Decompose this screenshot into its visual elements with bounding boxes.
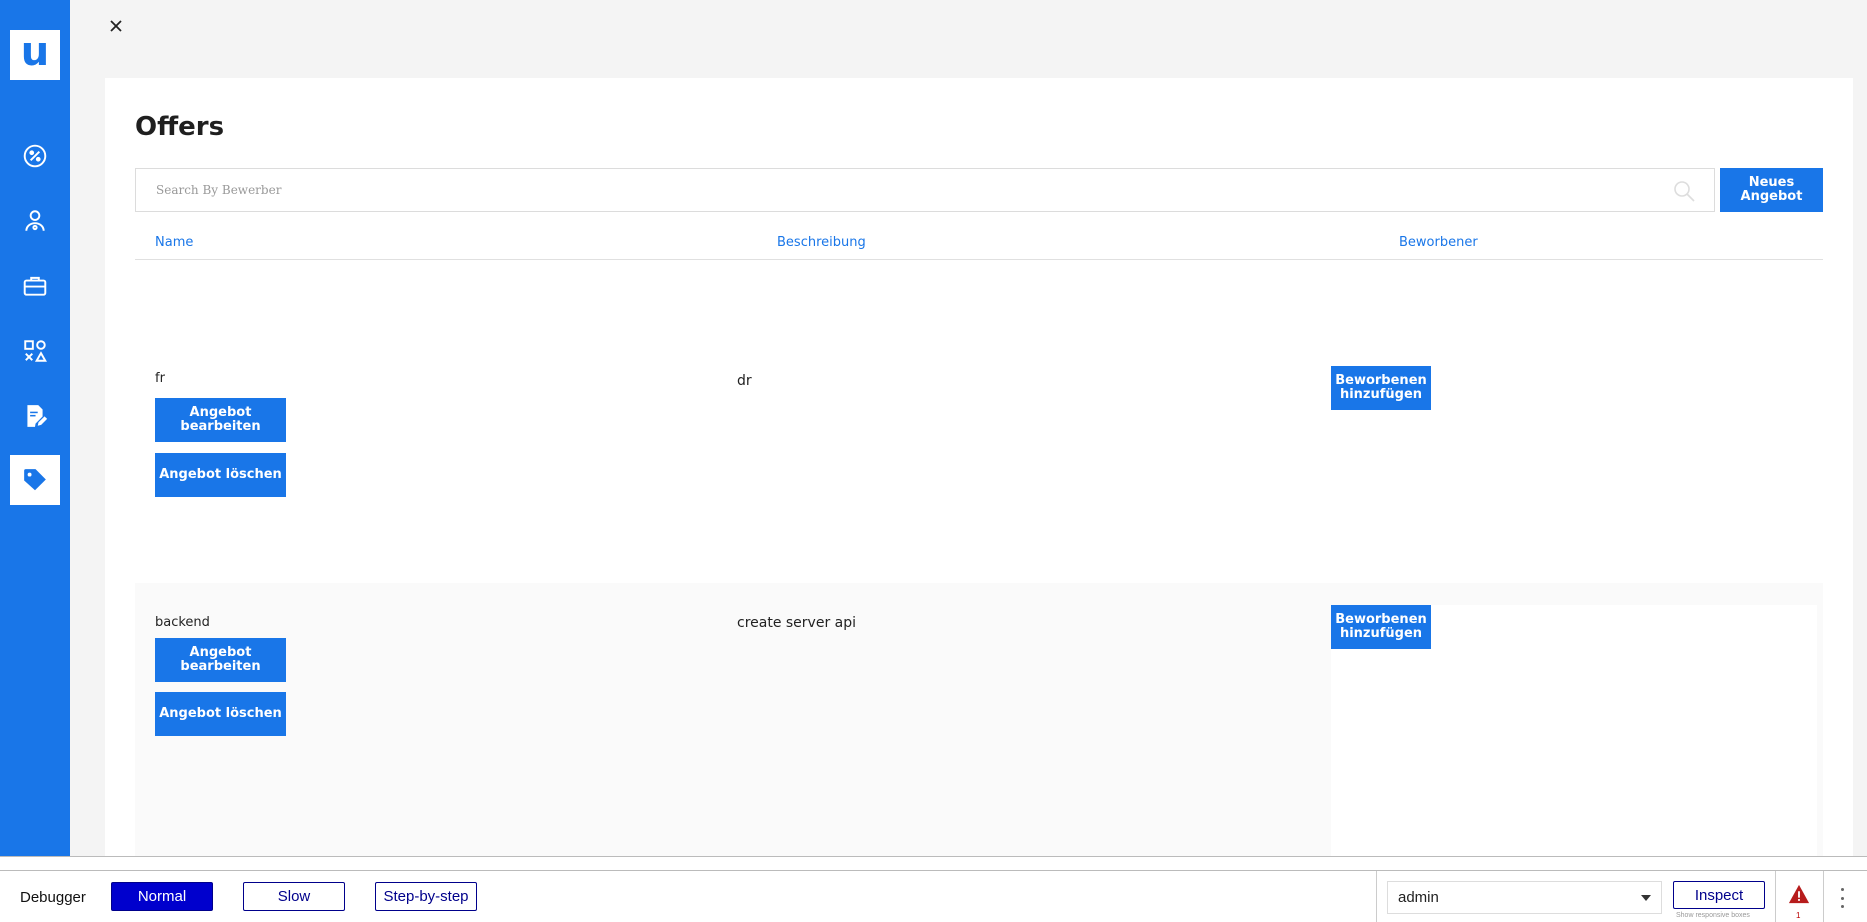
sidebar: u — [0, 0, 70, 856]
offer-description: create server api — [737, 615, 857, 631]
table-row: fr dr Angebot bearbeiten Angebot löschen… — [135, 261, 1823, 573]
mode-normal-button[interactable]: Normal — [111, 882, 213, 911]
mode-slow-button[interactable]: Slow — [243, 882, 345, 911]
warning-count: 1 — [1796, 911, 1801, 920]
more-options-icon[interactable] — [1841, 888, 1845, 908]
shapes-icon — [24, 340, 47, 362]
search-icon[interactable] — [1672, 179, 1696, 203]
add-applicant-button[interactable]: Beworbenen hinzufügen — [1331, 366, 1431, 410]
offer-name: backend — [155, 615, 210, 630]
debugger-divider — [1775, 871, 1776, 922]
header-divider — [135, 259, 1823, 260]
percent-badge-icon — [23, 144, 47, 168]
mode-step-button[interactable]: Step-by-step — [375, 882, 477, 911]
user-network-icon — [25, 210, 45, 231]
responsive-boxes-toggle[interactable]: Show responsive boxes — [1676, 912, 1750, 919]
app-logo[interactable]: u — [10, 30, 60, 80]
sidebar-item-users[interactable] — [10, 196, 60, 246]
logo-letter: u — [20, 29, 50, 75]
sidebar-item-jobs[interactable] — [10, 261, 60, 311]
sidebar-item-categories[interactable] — [10, 326, 60, 376]
edit-offer-button[interactable]: Angebot bearbeiten — [155, 398, 286, 442]
new-offer-button[interactable]: Neues Angebot — [1720, 168, 1823, 212]
column-header-applicants[interactable]: Beworbener — [1399, 235, 1478, 250]
search-box — [135, 168, 1715, 212]
debugger-bar: Debugger Normal Slow Step-by-step admin … — [0, 871, 1867, 922]
debugger-resize-bar[interactable] — [0, 856, 1867, 871]
column-header-description[interactable]: Beschreibung — [777, 235, 866, 250]
sidebar-item-documents[interactable] — [10, 391, 60, 441]
chevron-down-icon — [1641, 895, 1651, 901]
column-header-name[interactable]: Name — [155, 235, 193, 250]
document-edit-icon — [27, 405, 48, 427]
add-applicant-button[interactable]: Beworbenen hinzufügen — [1331, 605, 1431, 649]
warning-icon[interactable] — [1788, 883, 1810, 905]
inspect-button[interactable]: Inspect — [1673, 881, 1765, 909]
sidebar-item-offers[interactable] — [10, 455, 60, 505]
offer-name: fr — [155, 371, 165, 386]
user-select[interactable]: admin — [1387, 881, 1662, 914]
briefcase-icon — [23, 276, 47, 296]
page-title: Offers — [135, 112, 225, 142]
offer-description: dr — [737, 373, 752, 389]
edit-offer-button[interactable]: Angebot bearbeiten — [155, 638, 286, 682]
sidebar-item-offers-percent[interactable] — [10, 131, 60, 181]
user-select-value: admin — [1398, 889, 1439, 906]
tag-icon — [24, 469, 46, 491]
close-icon — [110, 20, 122, 32]
debugger-label: Debugger — [20, 889, 86, 906]
close-button[interactable] — [106, 16, 126, 36]
table-row: backend create server api Angebot bearbe… — [135, 583, 1823, 856]
offers-card: Offers Neues Angebot Name Beschreibung B… — [105, 78, 1853, 856]
delete-offer-button[interactable]: Angebot löschen — [155, 453, 286, 497]
search-input[interactable] — [136, 169, 1714, 211]
debugger-divider — [1823, 871, 1824, 922]
debugger-divider — [1376, 871, 1377, 922]
delete-offer-button[interactable]: Angebot löschen — [155, 692, 286, 736]
